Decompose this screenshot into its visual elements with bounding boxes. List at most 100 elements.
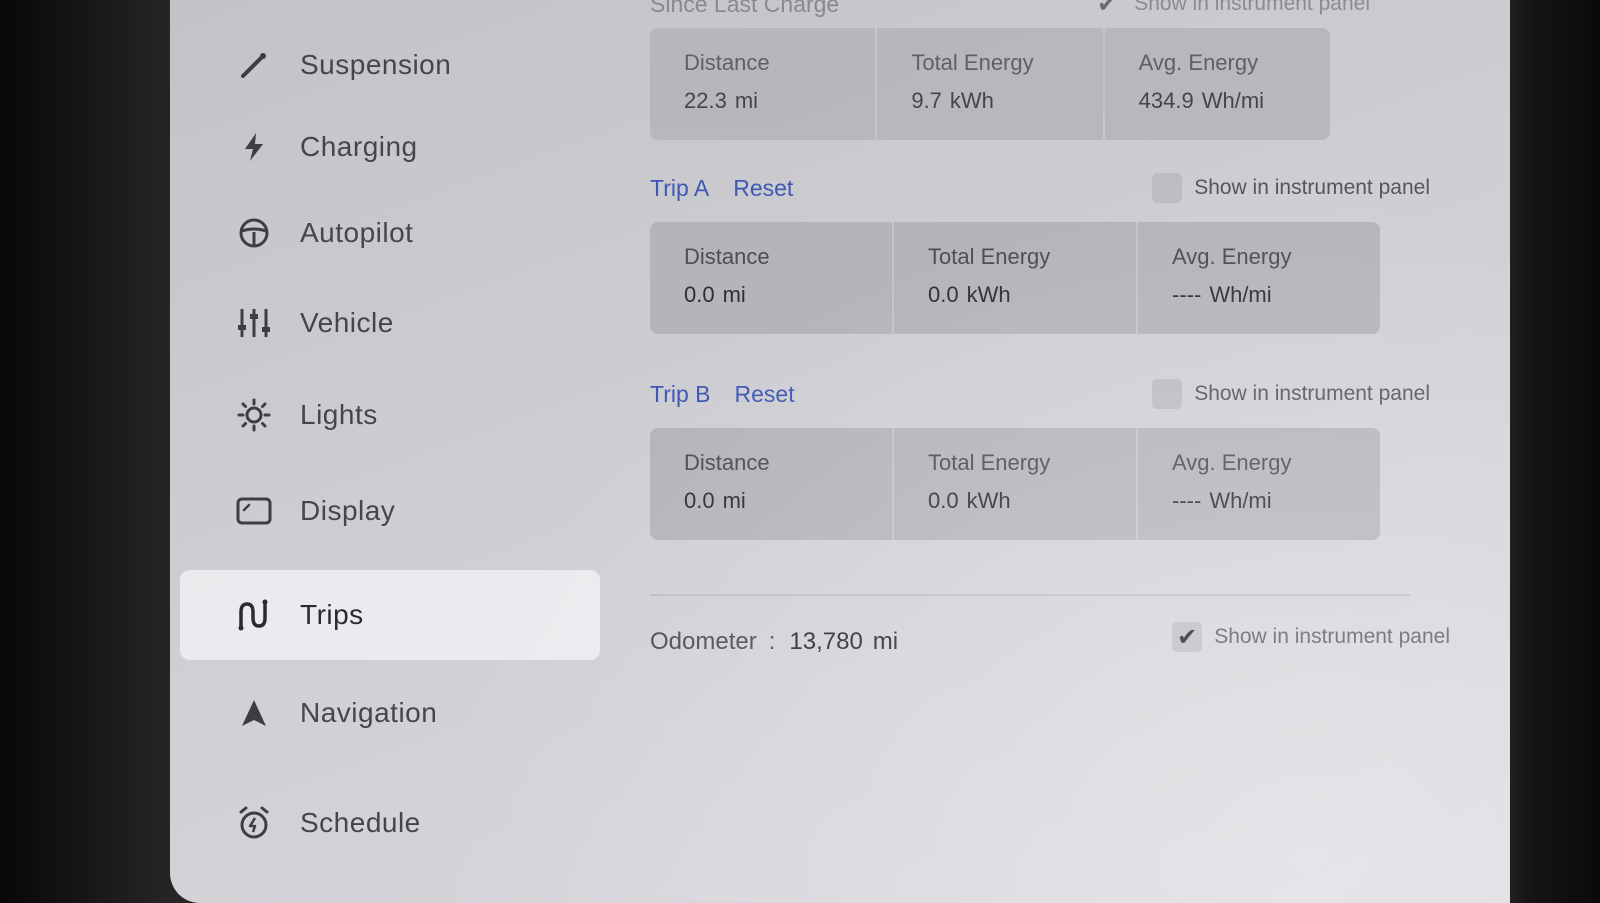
stat-label: Distance <box>684 244 770 269</box>
stat-label: Total Energy <box>928 244 1051 269</box>
stat-label: Avg. Energy <box>1138 50 1259 75</box>
trip-b-stats: Distance 0.0 mi Total Energy 0.0 kWh Avg. … <box>650 428 1380 540</box>
trip-b-header: Trip B Reset Show in instrument panel <box>650 374 1430 414</box>
odometer-readout: Odometer : 13,780 mi <box>650 628 898 656</box>
stat-number: 0.0 <box>684 488 715 513</box>
stat-value: 0.0 mi <box>684 282 892 308</box>
since-last-charge-panel-toggle[interactable]: ✔ Show in instrument panel <box>1092 0 1370 19</box>
stat-unit: kWh <box>966 282 1011 307</box>
stat-unit: Wh/mi <box>1209 282 1272 307</box>
trip-b-panel-toggle[interactable]: Show in instrument panel <box>1152 379 1430 409</box>
sidebar-item-label: Autopilot <box>300 217 414 248</box>
stat-value: 9.7 kWh <box>911 88 1102 114</box>
panel-toggle-label: Show in instrument panel <box>1194 176 1430 199</box>
stat-total-energy: Total Energy 0.0 kWh <box>894 428 1138 540</box>
odometer-label: Odometer <box>650 628 757 655</box>
stat-label: Distance <box>684 450 770 475</box>
stat-value: 0.0 kWh <box>928 282 1136 308</box>
stat-number: 0.0 <box>928 488 959 513</box>
stat-number: ---- <box>1172 282 1202 307</box>
stat-unit: kWh <box>966 488 1011 513</box>
trip-b-title: Trip B <box>650 380 711 407</box>
sidebar-item-label: Navigation <box>300 697 438 728</box>
stat-number: 434.9 <box>1138 88 1194 113</box>
checkbox-checked[interactable]: ✔ <box>1092 0 1122 19</box>
checkbox-unchecked[interactable] <box>1152 379 1183 409</box>
sidebar-item-trips[interactable]: Trips <box>180 570 600 660</box>
stat-value: 0.0 kWh <box>928 488 1136 514</box>
stat-label: Total Energy <box>911 50 1034 75</box>
stat-number: 9.7 <box>911 88 942 113</box>
sidebar-item-display[interactable]: Display <box>180 466 600 556</box>
trip-a-reset-button[interactable]: Reset <box>733 175 793 202</box>
sidebar-item-charging[interactable]: Charging <box>180 102 600 192</box>
sidebar-item-label: Suspension <box>300 49 452 80</box>
stat-avg-energy: Avg. Energy ---- Wh/mi <box>1138 222 1380 334</box>
odometer-separator: : <box>768 628 776 655</box>
stat-unit: kWh <box>949 88 994 113</box>
divider <box>650 594 1410 596</box>
stat-label: Total Energy <box>928 450 1051 475</box>
checkbox-checked[interactable]: ✔ <box>1172 622 1203 652</box>
stat-unit: mi <box>734 88 759 113</box>
odometer-unit: mi <box>872 628 899 655</box>
stat-unit: mi <box>722 282 746 307</box>
since-last-charge-header: Since Last Charge ✔ Show in instrument p… <box>650 0 1430 24</box>
trip-a-header: Trip A Reset Show in instrument panel <box>650 168 1430 208</box>
sidebar-item-label: Lights <box>300 399 378 430</box>
since-last-charge-title: Since Last Charge <box>650 0 840 17</box>
stat-distance: Distance 0.0 mi <box>650 428 894 540</box>
stat-number: 22.3 <box>684 88 727 113</box>
odometer-value: 13,780 <box>789 628 863 655</box>
panel-toggle-label: Show in instrument panel <box>1134 0 1370 15</box>
stat-label: Avg. Energy <box>1172 450 1292 475</box>
stat-unit: Wh/mi <box>1201 88 1265 113</box>
trips-icon <box>230 595 278 635</box>
trip-b-reset-button[interactable]: Reset <box>735 381 795 408</box>
sidebar-item-vehicle[interactable]: Vehicle <box>180 278 600 368</box>
sidebar-item-label: Trips <box>300 599 364 630</box>
stat-total-energy: Total Energy 9.7 kWh <box>877 28 1105 140</box>
stat-unit: mi <box>722 488 746 513</box>
navigation-arrow-icon <box>230 693 278 733</box>
stat-value: ---- Wh/mi <box>1172 282 1380 308</box>
steering-wheel-icon <box>230 213 278 253</box>
stat-value: ---- Wh/mi <box>1172 488 1380 514</box>
sidebar-item-schedule[interactable]: Schedule <box>180 778 600 868</box>
settings-sidebar: Suspension Charging Autopilot Vehicle Li <box>170 0 600 903</box>
settings-screen: Suspension Charging Autopilot Vehicle Li <box>170 0 1510 903</box>
panel-toggle-label: Show in instrument panel <box>1214 625 1450 648</box>
trip-a-stats: Distance 0.0 mi Total Energy 0.0 kWh Avg. … <box>650 222 1380 334</box>
sun-icon <box>230 395 278 435</box>
bolt-icon <box>230 127 278 167</box>
stat-number: 0.0 <box>684 282 715 307</box>
stat-distance: Distance 22.3 mi <box>650 28 878 140</box>
panel-toggle-label: Show in instrument panel <box>1194 382 1430 405</box>
stat-value: 434.9 Wh/mi <box>1139 88 1330 114</box>
screen-bezel-left <box>0 0 190 903</box>
stat-number: ---- <box>1172 488 1202 513</box>
sidebar-item-autopilot[interactable]: Autopilot <box>180 188 600 278</box>
sidebar-item-suspension[interactable]: Suspension <box>180 20 600 110</box>
sidebar-item-label: Vehicle <box>300 307 394 338</box>
stat-avg-energy: Avg. Energy 434.9 Wh/mi <box>1105 28 1330 140</box>
stat-label: Avg. Energy <box>1172 244 1292 269</box>
stat-number: 0.0 <box>928 282 959 307</box>
sidebar-item-navigation[interactable]: Navigation <box>180 668 600 758</box>
sidebar-item-label: Charging <box>300 131 418 162</box>
sidebar-item-lights[interactable]: Lights <box>180 370 600 460</box>
checkbox-unchecked[interactable] <box>1152 173 1183 203</box>
odometer-panel-toggle[interactable]: ✔ Show in instrument panel <box>1172 622 1450 652</box>
stat-value: 0.0 mi <box>684 488 892 514</box>
trips-content: Since Last Charge ✔ Show in instrument p… <box>650 0 1450 903</box>
sidebar-item-label: Display <box>300 495 396 526</box>
suspension-icon <box>230 45 278 85</box>
trip-a-panel-toggle[interactable]: Show in instrument panel <box>1152 173 1430 203</box>
stat-label: Distance <box>684 50 770 75</box>
stat-total-energy: Total Energy 0.0 kWh <box>894 222 1138 334</box>
stat-value: 22.3 mi <box>684 88 875 114</box>
sliders-icon <box>230 303 278 343</box>
stat-distance: Distance 0.0 mi <box>650 222 894 334</box>
trip-a-title: Trip A <box>650 174 710 201</box>
stat-unit: Wh/mi <box>1209 488 1272 513</box>
